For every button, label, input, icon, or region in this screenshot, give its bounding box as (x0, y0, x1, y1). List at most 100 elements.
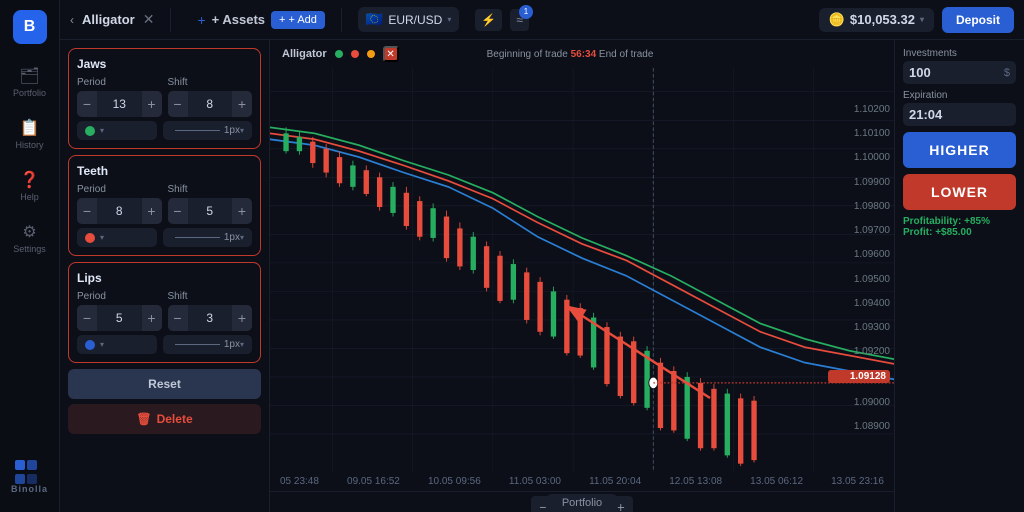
flag-icon: 🇪🇺 (366, 11, 383, 28)
jaws-period-group: Period − 13 + (77, 77, 162, 117)
lips-period-group: Period − 5 + (77, 291, 162, 331)
panel-title: Alligator (82, 12, 135, 27)
price-9: 1.09400 (828, 298, 890, 309)
alligator-dot-red (351, 50, 359, 58)
expiration-value: 21:04 (909, 107, 1010, 122)
lips-shift-dec-btn[interactable]: − (168, 305, 188, 331)
investments-value: 100 (909, 65, 1000, 80)
sidebar-item-portfolio[interactable]: 🗂 Portfolio (5, 58, 55, 106)
lips-line-chevron: ▾ (240, 340, 244, 349)
add-icon: + (279, 14, 285, 26)
price-6: 1.09700 (828, 225, 890, 236)
teeth-line-label: 1px (224, 232, 240, 243)
teeth-line-selector[interactable]: 1px ▾ (163, 228, 252, 247)
delete-button[interactable]: 🗑 Delete (68, 404, 261, 434)
time-5: 11.05 20:04 (589, 476, 641, 487)
teeth-color-chevron: ▾ (100, 233, 104, 242)
higher-button[interactable]: HIGHER (903, 132, 1016, 168)
expiration-section: Expiration 21:04 (903, 90, 1016, 126)
price-5: 1.09800 (828, 201, 890, 212)
portfolio-tab[interactable]: Portfolio (546, 494, 618, 512)
lips-shift-label: Shift (168, 291, 253, 302)
lips-shift-inc-btn[interactable]: + (232, 305, 252, 331)
teeth-title: Teeth (77, 164, 252, 178)
history-icon: 📋 (20, 118, 40, 138)
main-content: ‹ Alligator ✕ + + Assets + + Add 🇪🇺 EUR/… (60, 0, 1024, 512)
investments-input-row[interactable]: 100 $ (903, 61, 1016, 84)
teeth-shift-label: Shift (168, 184, 253, 195)
jaws-shift-inc-btn[interactable]: + (232, 91, 252, 117)
teeth-period-label: Period (77, 184, 162, 195)
balance-value: $10,053.32 (850, 12, 915, 27)
time-1: 05 23:48 (280, 476, 319, 487)
reset-button[interactable]: Reset (68, 369, 261, 399)
jaws-shift-group: Shift − 8 + (168, 77, 253, 117)
lips-period-inc-btn[interactable]: + (142, 305, 162, 331)
deposit-button[interactable]: Deposit (942, 7, 1014, 33)
jaws-shift-dec-btn[interactable]: − (168, 91, 188, 117)
sidebar-item-help[interactable]: ❓ Help (5, 162, 55, 210)
binolla-logo: Binolla (11, 460, 48, 502)
teeth-shift-inc-btn[interactable]: + (232, 198, 252, 224)
currency-selector[interactable]: 🇪🇺 EUR/USD ▾ (358, 7, 459, 32)
lips-line-display (175, 344, 220, 345)
jaws-period-value: 13 (97, 93, 142, 115)
profitability-label: Profitability: +85% (903, 216, 1016, 227)
balance-chevron-icon: ▾ (920, 15, 924, 24)
jaws-shift-input: − 8 + (168, 91, 253, 117)
currency-label: EUR/USD (388, 13, 442, 27)
teeth-color-dot (85, 233, 95, 243)
time-7: 13.05 06:12 (750, 476, 803, 487)
lips-field-row: Period − 5 + Shift − 3 + (77, 291, 252, 331)
jaws-field-row: Period − 13 + Shift − 8 + (77, 77, 252, 117)
topbar-icons: ⚡ ≈ 1 (475, 9, 529, 31)
teeth-period-value: 8 (97, 200, 142, 222)
lips-period-dec-btn[interactable]: − (77, 305, 97, 331)
lower-button[interactable]: LOWER (903, 174, 1016, 210)
price-7: 1.09600 (828, 249, 890, 260)
chart-type-btn[interactable]: ⚡ (475, 9, 502, 31)
divider2 (341, 8, 342, 32)
sidebar-item-history[interactable]: 📋 History (5, 110, 55, 158)
teeth-color-selector[interactable]: ▾ (77, 228, 157, 247)
brand-name: Binolla (11, 484, 48, 494)
add-button[interactable]: + + Add (271, 11, 325, 29)
sidebar-item-settings[interactable]: ⚙ Settings (5, 214, 55, 262)
time-2: 09.05 16:52 (347, 476, 400, 487)
alligator-close-btn[interactable]: ✕ (383, 46, 399, 62)
panel-back-btn[interactable]: ‹ (70, 13, 74, 27)
investments-label: Investments (903, 48, 1016, 59)
sidebar-item-settings-label: Settings (13, 244, 46, 254)
lips-color-chevron: ▾ (100, 340, 104, 349)
price-8: 1.09500 (828, 274, 890, 285)
investments-currency: $ (1004, 67, 1010, 79)
panel-close-btn[interactable]: ✕ (143, 11, 155, 28)
chart-indicator-label: Alligator (282, 48, 327, 60)
price-12: 1.09000 (828, 397, 890, 408)
lips-color-selector[interactable]: ▾ (77, 335, 157, 354)
lips-line-selector[interactable]: 1px ▾ (163, 335, 252, 354)
price-11: 1.09200 (828, 346, 890, 357)
expiration-input-row[interactable]: 21:04 (903, 103, 1016, 126)
indicator-btn[interactable]: ≈ 1 (510, 9, 529, 31)
profit-label: Profit: +$85.00 (903, 227, 1016, 238)
teeth-period-inc-btn[interactable]: + (142, 198, 162, 224)
jaws-period-dec-btn[interactable]: − (77, 91, 97, 117)
time-8: 13.05 23:16 (831, 476, 884, 487)
teeth-period-dec-btn[interactable]: − (77, 198, 97, 224)
teeth-shift-value: 5 (188, 200, 233, 222)
topbar: ‹ Alligator ✕ + + Assets + + Add 🇪🇺 EUR/… (60, 0, 1024, 40)
topbar-left: ‹ Alligator ✕ (70, 11, 154, 28)
jaws-line-display (175, 130, 220, 131)
profit-info: Profitability: +85% Profit: +$85.00 (903, 216, 1016, 238)
jaws-line-selector[interactable]: 1px ▾ (163, 121, 252, 140)
jaws-color-selector[interactable]: ▾ (77, 121, 157, 140)
teeth-field-row: Period − 8 + Shift − 5 + (77, 184, 252, 224)
lips-title: Lips (77, 271, 252, 285)
jaws-period-inc-btn[interactable]: + (142, 91, 162, 117)
sidebar-item-help-label: Help (20, 192, 39, 202)
teeth-shift-dec-btn[interactable]: − (168, 198, 188, 224)
chart-svg (270, 68, 894, 472)
divider (170, 8, 171, 32)
portfolio-icon: 🗂 (19, 66, 39, 86)
